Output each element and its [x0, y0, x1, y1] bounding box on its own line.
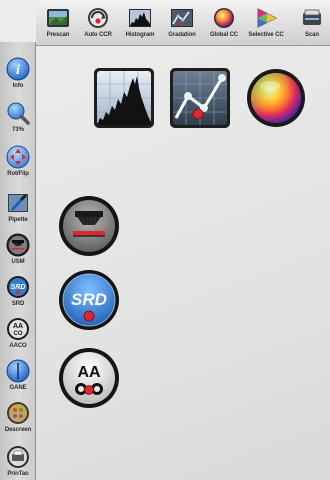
sidebar-item-label: SRD — [11, 301, 25, 307]
global-cc-button[interactable] — [244, 66, 308, 130]
sidebar-item-label: PrinTao — [7, 471, 29, 477]
toolbar-label: Histogram — [125, 32, 155, 38]
usm-button[interactable] — [57, 194, 121, 258]
toolbar-scan[interactable]: Scan — [292, 6, 330, 46]
toolbar-label: Selective CC — [248, 32, 284, 38]
svg-text:AA: AA — [13, 323, 23, 330]
srd-icon: SRD — [59, 270, 119, 330]
sidebar-item-printao[interactable]: PrinTao — [0, 444, 36, 480]
sidebar-item-label: Rot/Flip — [7, 171, 29, 177]
sidebar-item-label: GANE — [9, 385, 27, 391]
histogram-icon — [94, 68, 154, 128]
aaco-bottom-text: CO — [88, 405, 90, 407]
gradation-icon — [169, 6, 195, 30]
scan-icon — [299, 6, 325, 30]
color-wheel-icon — [247, 69, 305, 127]
sidebar-item-aaco[interactable]: AA CO AACO — [0, 316, 36, 362]
sidebar-item-label: AACO — [9, 343, 27, 349]
toolbar-global-cc[interactable]: Global CC — [204, 6, 244, 46]
info-icon: i — [5, 56, 31, 82]
aaco-icon: AA CO — [5, 316, 31, 342]
sidebar-item-label: 73% — [12, 127, 24, 133]
sidebar-item-srd[interactable]: SRD SRD — [0, 274, 36, 320]
sidebar-item-label: Descreen — [4, 427, 32, 433]
gane-icon — [5, 358, 31, 384]
toolbar-selective-cc[interactable]: Selective CC — [246, 6, 286, 46]
toolbar-histogram[interactable]: Histogram — [120, 6, 160, 46]
sidebar-item-label: USM — [11, 259, 25, 265]
aaco-top-text: AA — [77, 364, 101, 381]
rotate-flip-icon — [5, 144, 31, 170]
toolbar-label: Global CC — [209, 32, 239, 38]
usm-icon — [59, 196, 119, 256]
srd-button[interactable]: SRD — [57, 268, 121, 332]
global-cc-icon — [211, 6, 237, 30]
toolbar: Prescan Auto CCR Histogram Gradation Glo… — [36, 0, 330, 46]
sidebar-item-label: Pipette — [8, 217, 28, 223]
aaco-icon: AA CO — [59, 348, 119, 408]
srd-text: SRD — [71, 290, 107, 309]
toolbar-label: Prescan — [46, 32, 70, 38]
toolbar-label: Auto CCR — [84, 32, 112, 38]
sidebar: i Info 73% Rot/Flip Pipette USM SRD SRD … — [0, 42, 36, 480]
sidebar-item-descreen[interactable]: Descreen — [0, 400, 36, 446]
toolbar-gradation[interactable]: Gradation — [162, 6, 202, 46]
sidebar-item-usm[interactable]: USM — [0, 232, 36, 278]
svg-text:CO: CO — [14, 331, 23, 337]
toolbar-auto-ccr[interactable]: Auto CCR — [78, 6, 118, 46]
svg-text:i: i — [16, 63, 20, 78]
sidebar-item-pipette[interactable]: Pipette — [0, 190, 36, 236]
usm-icon — [5, 232, 31, 258]
toolbar-label: Gradation — [168, 32, 196, 38]
sidebar-item-label: Info — [12, 83, 24, 89]
auto-ccr-icon — [85, 6, 111, 30]
printao-icon — [5, 444, 31, 470]
toolbar-prescan[interactable]: Prescan — [38, 6, 78, 46]
sidebar-item-zoom[interactable]: 73% — [0, 100, 36, 146]
histogram-button[interactable] — [92, 66, 156, 130]
histogram-icon — [127, 6, 153, 30]
sidebar-item-gane[interactable]: GANE — [0, 358, 36, 404]
sidebar-item-rotate-flip[interactable]: Rot/Flip — [0, 144, 36, 190]
prescan-icon — [45, 6, 71, 30]
gradation-button[interactable] — [168, 66, 232, 130]
srd-icon: SRD — [5, 274, 31, 300]
pipette-icon — [5, 190, 31, 216]
aaco-button[interactable]: AA CO — [57, 346, 121, 410]
sidebar-item-info[interactable]: i Info — [0, 56, 36, 102]
zoom-icon — [5, 100, 31, 126]
selective-cc-icon — [253, 6, 279, 30]
gradation-icon — [170, 68, 230, 128]
svg-text:SRD: SRD — [11, 284, 26, 291]
toolbar-label: Scan — [305, 32, 319, 38]
descreen-icon — [5, 400, 31, 426]
